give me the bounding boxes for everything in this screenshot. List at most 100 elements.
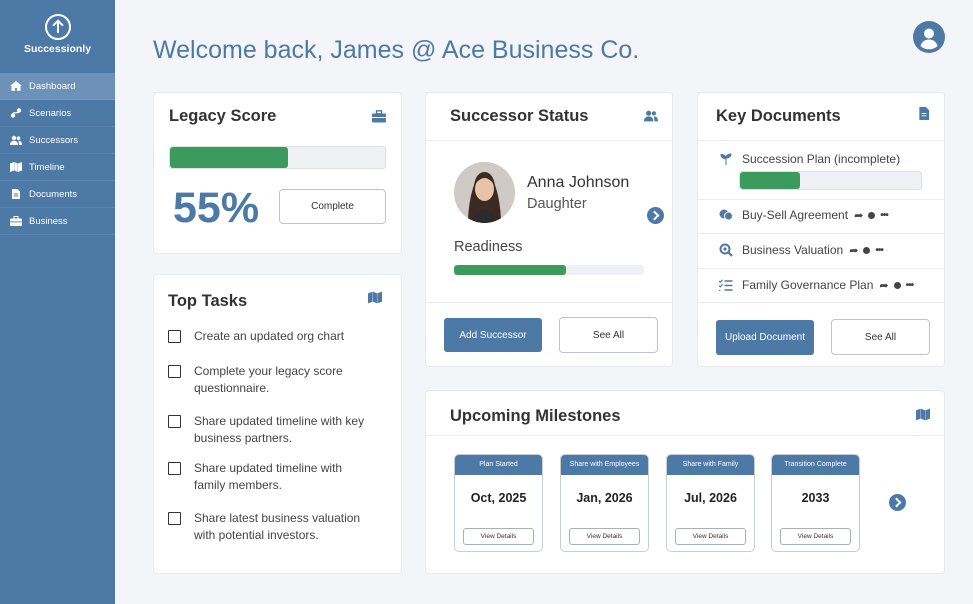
document-icon [919,107,930,120]
document-row[interactable]: Buy-Sell Agreement ➦ ••• [698,207,944,223]
sidebar-item-business[interactable]: Business [0,208,115,235]
milestone-date: 2033 [801,491,830,505]
task-checkbox[interactable] [168,330,181,343]
milestone-card[interactable]: Share with Employees Jan, 2026 View Deta… [560,454,649,552]
card-title: Top Tasks [168,292,248,310]
successor-name: Anna Johnson [527,174,630,191]
sidebar-item-label: Dashboard [29,80,76,92]
legacy-score-card: Legacy Score 55% Complete [153,92,402,254]
successor-status-card: Successor Status Anna Johnson Daughter R… [425,92,673,367]
readiness-progress-fill [454,265,567,275]
document-label: Buy-Sell Agreement [742,208,849,222]
more-icon[interactable]: ••• [906,280,914,291]
card-title: Legacy Score [169,107,277,125]
milestone-label: Share with Family [667,455,754,475]
see-all-successors-button[interactable]: See All [559,317,658,353]
handshake-icon [719,209,733,221]
document-label: Business Valuation [742,243,844,257]
add-icon[interactable] [863,246,871,254]
share-icon[interactable]: ➦ [849,244,858,257]
next-successor-arrow-icon[interactable] [647,207,664,224]
succession-plan-progress-bar [739,171,922,190]
succession-plan-progress-fill [740,172,800,189]
divider [698,233,944,234]
task-text: with potential investors. [194,528,319,542]
milestone-label: Share with Employees [561,455,648,475]
upcoming-milestones-card: Upcoming Milestones Plan Started Oct, 20… [425,390,945,574]
sidebar-nav: Dashboard Scenarios Successors Timeline … [0,73,115,235]
document-row[interactable]: Succession Plan (incomplete) [698,151,944,167]
map-icon [10,162,22,172]
app-logo[interactable]: Successionly [0,14,115,55]
more-icon[interactable]: ••• [875,245,883,256]
document-row[interactable]: Family Governance Plan ➦ ••• [698,277,944,293]
task-item: Complete your legacy score questionnaire. [168,363,343,397]
card-title: Key Documents [716,107,841,125]
divider [698,199,944,200]
sidebar-item-label: Successors [29,134,79,146]
add-icon[interactable] [893,281,901,289]
upload-document-button[interactable]: Upload Document [716,320,814,355]
user-avatar[interactable] [913,21,945,53]
view-details-button[interactable]: View Details [463,528,534,545]
key-documents-card: Key Documents Succession Plan (incomplet… [697,92,945,367]
task-item: Create an updated org chart [168,328,344,345]
document-label: Succession Plan (incomplete) [742,152,901,166]
readiness-label: Readiness [454,239,523,255]
user-icon [920,28,938,50]
add-successor-button[interactable]: Add Successor [444,318,542,352]
successor-photo[interactable] [454,162,515,223]
document-row[interactable]: Business Valuation ➦ ••• [698,242,944,258]
milestone-label: Transition Complete [772,455,859,475]
map-icon [368,291,382,304]
add-icon[interactable] [868,211,876,219]
checklist-icon [719,279,733,291]
next-milestone-arrow-icon[interactable] [889,494,906,511]
view-details-button[interactable]: View Details [675,528,746,545]
divider [426,302,672,303]
divider [426,140,672,141]
logo-icon [44,14,71,40]
sidebar-item-label: Timeline [29,161,65,173]
task-checkbox[interactable] [168,365,181,378]
milestone-label: Plan Started [455,455,542,475]
card-title: Upcoming Milestones [450,407,621,425]
more-icon[interactable]: ••• [880,210,888,221]
sidebar-item-documents[interactable]: Documents [0,181,115,208]
sidebar-item-scenarios[interactable]: Scenarios [0,100,115,127]
divider [698,268,944,269]
avatar [454,162,515,223]
briefcase-icon [372,110,386,123]
milestone-card[interactable]: Plan Started Oct, 2025 View Details [454,454,543,552]
users-icon [644,110,658,122]
users-icon [10,135,22,145]
document-icon [10,189,22,199]
sidebar-item-label: Scenarios [29,107,72,119]
milestone-date: Jul, 2026 [684,491,737,505]
divider [426,435,944,436]
document-label: Family Governance Plan [742,278,874,292]
sidebar-item-dashboard[interactable]: Dashboard [0,73,115,100]
map-icon [916,408,930,421]
milestone-card[interactable]: Transition Complete 2033 View Details [771,454,860,552]
see-all-documents-button[interactable]: See All [831,319,930,355]
task-checkbox[interactable] [168,512,181,525]
view-details-button[interactable]: View Details [780,528,851,545]
sidebar-item-successors[interactable]: Successors [0,127,115,154]
task-checkbox[interactable] [168,462,181,475]
task-text: questionnaire. [194,381,270,395]
card-title: Successor Status [450,107,589,125]
share-icon[interactable]: ➦ [879,279,888,292]
complete-button[interactable]: Complete [279,189,386,224]
task-checkbox[interactable] [168,415,181,428]
task-text: Share updated timeline with [194,461,343,475]
task-text: family members. [194,478,283,492]
share-icon[interactable]: ➦ [854,209,863,222]
milestone-card[interactable]: Share with Family Jul, 2026 View Details [666,454,755,552]
task-item: Share updated timeline with key business … [168,413,364,447]
task-item: Share latest business valuation with pote… [168,510,360,544]
legacy-progress-fill [170,147,289,168]
task-text: Complete your legacy score [194,364,343,378]
sidebar-item-timeline[interactable]: Timeline [0,154,115,181]
view-details-button[interactable]: View Details [569,528,640,545]
